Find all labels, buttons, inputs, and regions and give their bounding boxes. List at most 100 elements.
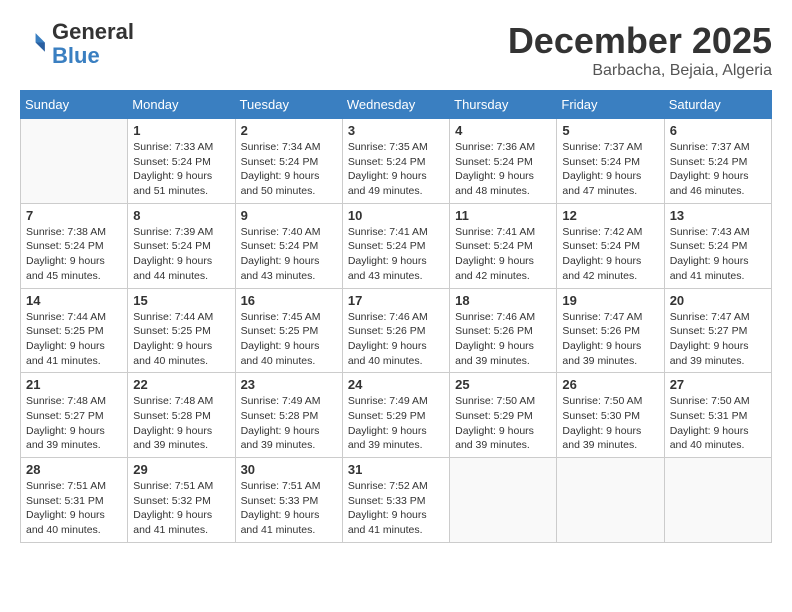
day-info: Sunrise: 7:44 AMSunset: 5:25 PMDaylight:… [26,310,122,369]
calendar-cell: 26Sunrise: 7:50 AMSunset: 5:30 PMDayligh… [557,373,664,458]
month-title: December 2025 [508,20,772,62]
calendar-cell: 8 Sunrise: 7:39 AMSunset: 5:24 PMDaylight… [128,203,235,288]
calendar-cell: 15 Sunrise: 7:44 AMSunset: 5:25 PMDayligh… [128,288,235,373]
day-info: Sunrise: 7:38 AMSunset: 5:24 PMDaylight:… [26,225,122,284]
day-of-week-header: Friday [557,91,664,119]
calendar-week-row: 7 Sunrise: 7:38 AMSunset: 5:24 PMDaylight… [21,203,772,288]
logo-general: General [52,19,134,44]
calendar-cell: 24Sunrise: 7:49 AMSunset: 5:29 PMDayligh… [342,373,449,458]
day-info: Sunrise: 7:46 AMSunset: 5:26 PMDaylight:… [348,310,444,369]
day-number: 15 [133,293,229,308]
calendar-cell [21,119,128,204]
day-number: 6 [670,123,766,138]
day-info: Sunrise: 7:49 AMSunset: 5:29 PMDaylight:… [348,394,444,453]
day-info: Sunrise: 7:51 AMSunset: 5:31 PMDaylight:… [26,479,122,538]
day-number: 22 [133,377,229,392]
day-info: Sunrise: 7:41 AMSunset: 5:24 PMDaylight:… [348,225,444,284]
logo-blue: Blue [52,43,100,68]
day-info: Sunrise: 7:46 AMSunset: 5:26 PMDaylight:… [455,310,551,369]
day-info: Sunrise: 7:35 AMSunset: 5:24 PMDaylight:… [348,140,444,199]
day-number: 27 [670,377,766,392]
day-number: 9 [241,208,337,223]
calendar-cell: 12Sunrise: 7:42 AMSunset: 5:24 PMDayligh… [557,203,664,288]
calendar-cell: 27 Sunrise: 7:50 AMSunset: 5:31 PMDayligh… [664,373,771,458]
calendar-cell: 4 Sunrise: 7:36 AMSunset: 5:24 PMDaylight… [450,119,557,204]
day-info: Sunrise: 7:51 AMSunset: 5:33 PMDaylight:… [241,479,337,538]
calendar-cell: 2 Sunrise: 7:34 AMSunset: 5:24 PMDaylight… [235,119,342,204]
day-number: 29 [133,462,229,477]
day-number: 11 [455,208,551,223]
day-info: Sunrise: 7:37 AMSunset: 5:24 PMDaylight:… [562,140,658,199]
day-of-week-header: Sunday [21,91,128,119]
day-number: 21 [26,377,122,392]
day-number: 23 [241,377,337,392]
day-info: Sunrise: 7:41 AMSunset: 5:24 PMDaylight:… [455,225,551,284]
calendar-cell: 11 Sunrise: 7:41 AMSunset: 5:24 PMDayligh… [450,203,557,288]
day-of-week-header: Wednesday [342,91,449,119]
day-number: 2 [241,123,337,138]
day-number: 25 [455,377,551,392]
calendar-cell: 28 Sunrise: 7:51 AMSunset: 5:31 PMDayligh… [21,458,128,543]
day-info: Sunrise: 7:50 AMSunset: 5:29 PMDaylight:… [455,394,551,453]
day-info: Sunrise: 7:50 AMSunset: 5:31 PMDaylight:… [670,394,766,453]
day-info: Sunrise: 7:48 AMSunset: 5:27 PMDaylight:… [26,394,122,453]
calendar-table: SundayMondayTuesdayWednesdayThursdayFrid… [20,90,772,543]
calendar-cell: 25 Sunrise: 7:50 AMSunset: 5:29 PMDayligh… [450,373,557,458]
day-number: 8 [133,208,229,223]
day-of-week-header: Monday [128,91,235,119]
day-number: 1 [133,123,229,138]
day-info: Sunrise: 7:51 AMSunset: 5:32 PMDaylight:… [133,479,229,538]
day-number: 3 [348,123,444,138]
day-number: 4 [455,123,551,138]
calendar-cell: 1 Sunrise: 7:33 AMSunset: 5:24 PMDaylight… [128,119,235,204]
calendar-cell: 17 Sunrise: 7:46 AMSunset: 5:26 PMDayligh… [342,288,449,373]
logo: General Blue [20,20,134,68]
calendar-cell: 14Sunrise: 7:44 AMSunset: 5:25 PMDayligh… [21,288,128,373]
day-of-week-header: Tuesday [235,91,342,119]
day-number: 13 [670,208,766,223]
calendar-cell: 23Sunrise: 7:49 AMSunset: 5:28 PMDayligh… [235,373,342,458]
logo-icon [20,30,48,58]
day-number: 28 [26,462,122,477]
calendar-cell: 30 Sunrise: 7:51 AMSunset: 5:33 PMDayligh… [235,458,342,543]
day-number: 16 [241,293,337,308]
day-number: 17 [348,293,444,308]
calendar-cell: 19Sunrise: 7:47 AMSunset: 5:26 PMDayligh… [557,288,664,373]
day-info: Sunrise: 7:52 AMSunset: 5:33 PMDaylight:… [348,479,444,538]
calendar-cell [664,458,771,543]
day-number: 18 [455,293,551,308]
day-info: Sunrise: 7:48 AMSunset: 5:28 PMDaylight:… [133,394,229,453]
calendar-week-row: 1 Sunrise: 7:33 AMSunset: 5:24 PMDaylight… [21,119,772,204]
calendar-cell [557,458,664,543]
calendar-cell: 29 Sunrise: 7:51 AMSunset: 5:32 PMDayligh… [128,458,235,543]
day-number: 26 [562,377,658,392]
day-info: Sunrise: 7:39 AMSunset: 5:24 PMDaylight:… [133,225,229,284]
day-info: Sunrise: 7:34 AMSunset: 5:24 PMDaylight:… [241,140,337,199]
day-number: 31 [348,462,444,477]
day-info: Sunrise: 7:45 AMSunset: 5:25 PMDaylight:… [241,310,337,369]
calendar-cell [450,458,557,543]
calendar-cell: 13 Sunrise: 7:43 AMSunset: 5:24 PMDayligh… [664,203,771,288]
title-block: December 2025 Barbacha, Bejaia, Algeria [508,20,772,80]
calendar-week-row: 28 Sunrise: 7:51 AMSunset: 5:31 PMDayligh… [21,458,772,543]
calendar-cell: 21 Sunrise: 7:48 AMSunset: 5:27 PMDayligh… [21,373,128,458]
day-of-week-header: Thursday [450,91,557,119]
calendar-cell: 31 Sunrise: 7:52 AMSunset: 5:33 PMDayligh… [342,458,449,543]
calendar-cell: 7 Sunrise: 7:38 AMSunset: 5:24 PMDaylight… [21,203,128,288]
day-number: 7 [26,208,122,223]
day-number: 30 [241,462,337,477]
day-number: 20 [670,293,766,308]
calendar-cell: 20Sunrise: 7:47 AMSunset: 5:27 PMDayligh… [664,288,771,373]
calendar-header-row: SundayMondayTuesdayWednesdayThursdayFrid… [21,91,772,119]
day-info: Sunrise: 7:42 AMSunset: 5:24 PMDaylight:… [562,225,658,284]
calendar-cell: 18 Sunrise: 7:46 AMSunset: 5:26 PMDayligh… [450,288,557,373]
calendar-cell: 9Sunrise: 7:40 AMSunset: 5:24 PMDaylight… [235,203,342,288]
day-info: Sunrise: 7:33 AMSunset: 5:24 PMDaylight:… [133,140,229,199]
day-info: Sunrise: 7:37 AMSunset: 5:24 PMDaylight:… [670,140,766,199]
day-info: Sunrise: 7:36 AMSunset: 5:24 PMDaylight:… [455,140,551,199]
day-info: Sunrise: 7:44 AMSunset: 5:25 PMDaylight:… [133,310,229,369]
calendar-week-row: 21 Sunrise: 7:48 AMSunset: 5:27 PMDayligh… [21,373,772,458]
day-number: 19 [562,293,658,308]
day-info: Sunrise: 7:43 AMSunset: 5:24 PMDaylight:… [670,225,766,284]
calendar-week-row: 14Sunrise: 7:44 AMSunset: 5:25 PMDayligh… [21,288,772,373]
